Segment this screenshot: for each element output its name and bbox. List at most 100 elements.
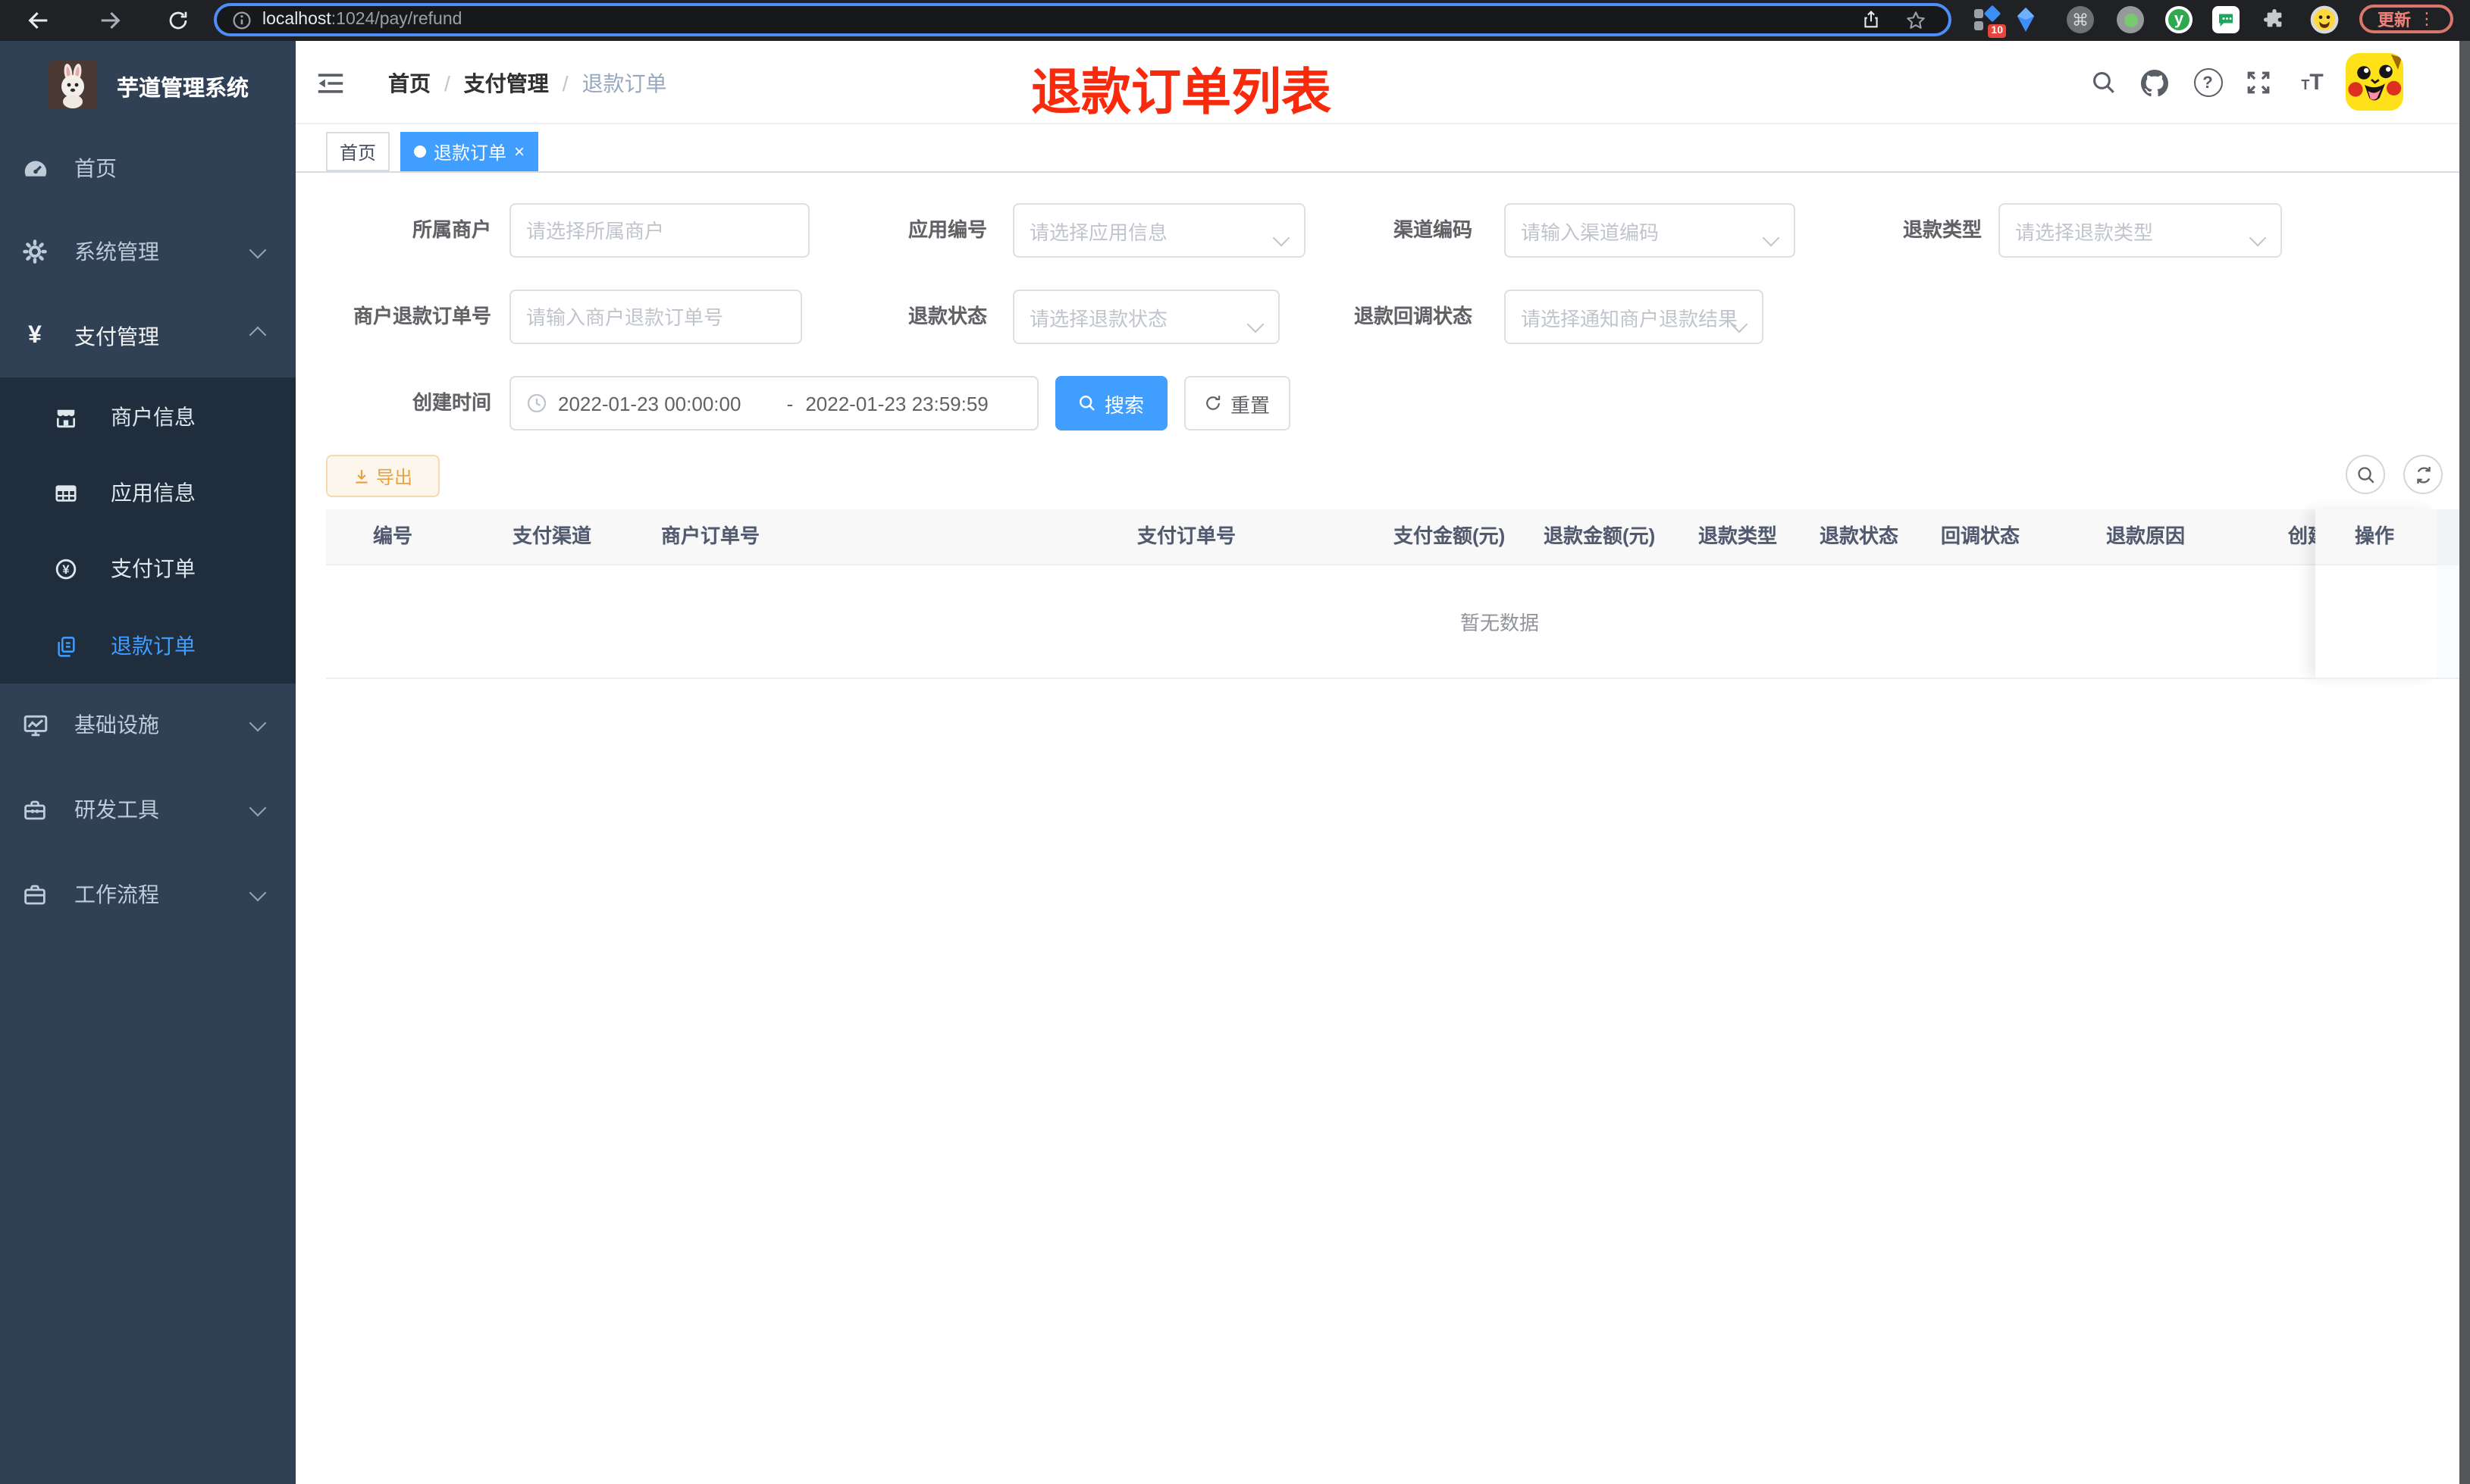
active-tab-dot xyxy=(414,146,426,158)
sidebar-item-system[interactable]: 系统管理 xyxy=(0,211,296,293)
chevron-up-icon xyxy=(249,326,267,344)
bookmark-star-icon[interactable] xyxy=(1904,8,1927,31)
filter-label-refund-type: 退款类型 xyxy=(1902,218,1982,241)
table-header-row: 编号 支付渠道 商户订单号 支付订单号 支付金额(元) 退款金额(元) 退款类型… xyxy=(326,509,2315,565)
col-pay-order-no: 支付订单号 xyxy=(1137,524,1237,547)
extension-devtools-icon[interactable]: 10 xyxy=(1970,3,2006,38)
empty-placeholder: 暂无数据 xyxy=(1459,612,1540,634)
export-button-label: 导出 xyxy=(375,466,412,487)
reset-button[interactable]: 重置 xyxy=(1184,376,1290,430)
url-path: :1024/pay/refund xyxy=(331,11,462,29)
table-bottom-border xyxy=(326,678,2459,679)
breadcrumb-pay[interactable]: 支付管理 xyxy=(464,67,549,98)
extension-chat-icon[interactable] xyxy=(2209,3,2243,36)
refund-type-select[interactable]: 请选择退款类型 xyxy=(1998,203,2282,258)
sidebar-item-label: 应用信息 xyxy=(111,481,196,505)
app-select[interactable]: 请选择应用信息 xyxy=(1013,203,1306,258)
breadcrumb: 首页 / 支付管理 / 退款订单 xyxy=(388,41,667,124)
sidebar-item-infra[interactable]: 基础设施 xyxy=(0,684,296,765)
extension-y-icon[interactable]: y xyxy=(2162,3,2196,36)
help-icon[interactable]: ? xyxy=(2186,41,2229,124)
breadcrumb-separator: / xyxy=(444,70,450,95)
search-button[interactable]: 搜索 xyxy=(1055,376,1168,430)
create-time-range-picker[interactable]: 2022-01-23 00:00:00 - 2022-01-23 23:59:5… xyxy=(509,376,1039,430)
filter-label-channel: 渠道编码 xyxy=(1393,218,1472,241)
sidebar-item-devtools[interactable]: 研发工具 xyxy=(0,769,296,850)
sidebar-item-pay[interactable]: ¥ 支付管理 xyxy=(0,296,296,377)
callback-status-select[interactable]: 请选择通知商户退款结果 xyxy=(1504,290,1763,344)
sidebar-item-home[interactable]: 首页 xyxy=(0,127,296,209)
chevron-down-icon xyxy=(249,714,267,732)
sidebar-item-merchant-info[interactable]: 商户信息 xyxy=(0,379,296,455)
browser-toolbar: localhost:1024/pay/refund 10 ⌘ y 更新 ⋮ xyxy=(0,0,2470,41)
chevron-down-icon xyxy=(249,799,267,817)
tab-label: 首页 xyxy=(340,142,377,163)
channel-select[interactable]: 请输入渠道编码 xyxy=(1504,203,1795,258)
yen-circle-icon: ¥ xyxy=(53,557,77,580)
table-refresh-button[interactable] xyxy=(2403,455,2443,494)
sidebar-item-pay-order[interactable]: ¥ 支付订单 xyxy=(0,531,296,606)
table-header-cell-action: 操作 xyxy=(2315,509,2437,565)
col-refund-type: 退款类型 xyxy=(1698,524,1778,547)
browser-menu-dots-icon[interactable]: ⋮ xyxy=(2418,9,2435,29)
table-search-toggle-button[interactable] xyxy=(2346,455,2385,494)
tab-close-icon[interactable]: × xyxy=(514,142,525,161)
sidebar-item-app-info[interactable]: 应用信息 xyxy=(0,455,296,531)
github-icon[interactable] xyxy=(2133,41,2176,124)
select-placeholder: 请选择应用信息 xyxy=(1030,221,1168,243)
col-pay-amount: 支付金额(元) xyxy=(1393,524,1506,547)
sidebar-item-refund-order[interactable]: 退款订单 xyxy=(0,608,296,684)
merchant-input[interactable] xyxy=(509,203,810,258)
tab-home[interactable]: 首页 xyxy=(326,132,390,171)
filter-label-merchant-refund-no: 商户退款订单号 xyxy=(353,305,491,327)
sidebar-item-label: 首页 xyxy=(74,156,117,180)
tags-view-bar: 首页 退款订单 × xyxy=(296,124,2459,173)
sidebar-logo[interactable]: 芋道管理系统 xyxy=(0,41,296,141)
page-info-icon[interactable] xyxy=(232,10,252,30)
sidebar-item-label: 退款订单 xyxy=(111,634,196,658)
tab-refund-order[interactable]: 退款订单 × xyxy=(400,132,539,171)
share-icon[interactable] xyxy=(1860,9,1882,30)
col-id: 编号 xyxy=(373,524,413,547)
col-refund-status: 退款状态 xyxy=(1820,524,1899,547)
browser-reload-icon[interactable] xyxy=(159,0,196,41)
profile-emoji-avatar[interactable] xyxy=(2308,3,2341,36)
filter-label-refund-status: 退款状态 xyxy=(907,305,987,327)
chevron-down-icon xyxy=(249,884,267,902)
browser-back-icon[interactable] xyxy=(20,0,56,41)
sidebar-item-label: 支付订单 xyxy=(111,556,196,581)
extension-dot-icon[interactable] xyxy=(2114,3,2147,36)
user-avatar[interactable] xyxy=(2346,53,2403,111)
export-button[interactable]: 导出 xyxy=(326,455,440,497)
chevron-down-icon xyxy=(1730,312,1748,335)
col-action: 操作 xyxy=(2355,524,2395,547)
sidebar-item-workflow[interactable]: 工作流程 xyxy=(0,853,296,935)
address-bar[interactable]: localhost:1024/pay/refund xyxy=(214,3,1951,36)
col-callback-status: 回调状态 xyxy=(1941,524,2020,547)
filter-label-app: 应用编号 xyxy=(907,218,987,241)
main-area: 首页 / 支付管理 / 退款订单 退款订单列表 ? TT 首页 退款订单 × 所… xyxy=(296,41,2459,1484)
breadcrumb-current: 退款订单 xyxy=(581,70,667,95)
filter-label-callback-status: 退款回调状态 xyxy=(1353,305,1472,327)
update-label: 更新 xyxy=(2378,11,2411,30)
sidebar-collapse-icon[interactable] xyxy=(309,41,352,124)
sidebar-item-label: 支付管理 xyxy=(74,324,159,349)
header-search-icon[interactable] xyxy=(2082,41,2124,124)
date-separator: - xyxy=(786,392,794,415)
fullscreen-icon[interactable] xyxy=(2236,41,2279,124)
breadcrumb-home[interactable]: 首页 xyxy=(388,67,431,98)
browser-update-button[interactable]: 更新 ⋮ xyxy=(2359,5,2453,33)
merchant-refund-no-input[interactable] xyxy=(509,290,802,344)
col-merchant-order-no: 商户订单号 xyxy=(661,524,760,547)
filter-label-create-time: 创建时间 xyxy=(412,391,491,414)
page-scrollbar[interactable] xyxy=(2459,41,2470,1484)
extension-command-icon[interactable]: ⌘ xyxy=(2064,3,2097,36)
breadcrumb-separator: / xyxy=(562,70,569,95)
browser-forward-icon[interactable] xyxy=(91,0,127,41)
reset-button-label: 重置 xyxy=(1230,393,1270,416)
refund-status-select[interactable]: 请选择退款状态 xyxy=(1013,290,1280,344)
extensions-puzzle-icon[interactable] xyxy=(2258,3,2291,36)
table-scroll-gutter xyxy=(2437,509,2459,678)
extension-gem-icon[interactable] xyxy=(2009,3,2042,36)
font-size-icon[interactable]: TT xyxy=(2291,41,2334,124)
